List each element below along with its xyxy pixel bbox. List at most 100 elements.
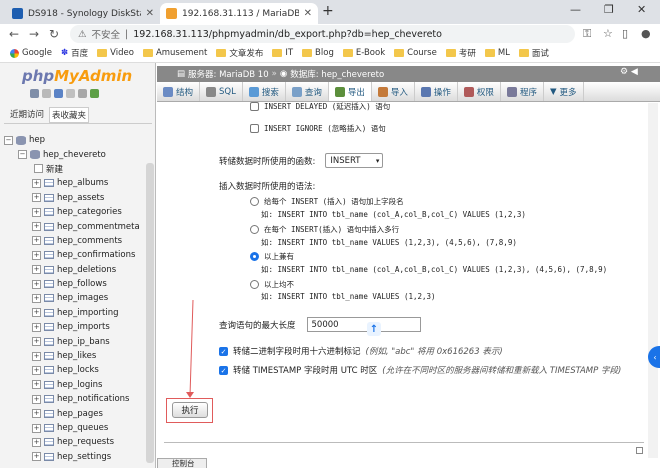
expand-icon[interactable]: + [32, 337, 41, 347]
hex-checkbox[interactable]: ✓ [219, 346, 228, 356]
bookmark-article[interactable]: 文章发布 [216, 47, 263, 59]
tree-new[interactable]: 新建 [4, 162, 144, 176]
tree-table[interactable]: + hep_locks [4, 363, 144, 377]
tree-table[interactable]: + hep_assets [4, 191, 144, 205]
maxlen-input[interactable]: 50000 [306, 317, 421, 332]
collapse-icon[interactable]: − [18, 150, 27, 160]
profile-icon[interactable]: ● [641, 27, 651, 40]
expand-icon[interactable]: + [32, 250, 41, 260]
reload-icon[interactable]: ↻ [44, 27, 64, 41]
tree-table[interactable]: + hep_notifications [4, 392, 144, 406]
bookmark-ebook[interactable]: E-Book [342, 48, 385, 58]
console-button[interactable]: 控制台 [157, 458, 207, 468]
expand-icon[interactable]: + [32, 380, 41, 390]
tree-root[interactable]: − hep [4, 133, 144, 147]
collapse-icon[interactable]: − [4, 135, 13, 145]
tree-table[interactable]: + hep_albums [4, 176, 144, 190]
bookmark-baidu[interactable]: ✽ 百度 [61, 47, 88, 59]
syntax-radio-1[interactable] [250, 197, 259, 206]
settings-icon[interactable] [78, 89, 87, 98]
insert-ignore-checkbox[interactable] [250, 124, 259, 133]
option-utc[interactable]: ✓ 转储 TIMESTAMP 字段时用 UTC 时区 (允许在不同时区的服务器间… [219, 364, 621, 376]
bookmark-interview[interactable]: 面试 [518, 47, 549, 59]
func-select[interactable]: INSERT ▾ [325, 153, 384, 168]
tab-favorites[interactable]: 表收藏夹 [49, 107, 90, 123]
expand-icon[interactable]: + [32, 351, 41, 361]
main-scrollbar[interactable] [648, 103, 658, 458]
tree-table[interactable]: + hep_ip_bans [4, 334, 144, 348]
phpmyadmin-logo[interactable]: phpMyAdmin [22, 67, 132, 85]
tree-table[interactable]: + hep_logins [4, 378, 144, 392]
resize-handle[interactable] [636, 447, 643, 454]
tree-db[interactable]: − hep_chevereto [4, 147, 144, 161]
gear-icon[interactable]: ⚙ ◀ [620, 67, 638, 77]
tree-table[interactable]: + hep_queues [4, 421, 144, 435]
bookmark-course[interactable]: Course [394, 48, 437, 58]
syntax-radio-4[interactable] [250, 280, 259, 289]
tree-table[interactable]: + hep_confirmations [4, 248, 144, 262]
logout-icon[interactable] [42, 89, 51, 98]
tab-more[interactable]: ▼ 更多 [544, 82, 584, 101]
expand-icon[interactable]: + [32, 178, 41, 188]
home-icon[interactable] [30, 89, 39, 98]
syntax-option-2[interactable]: 在每个 INSERT(插入) 语句中插入多行 [250, 224, 399, 235]
syntax-option-1[interactable]: 给每个 INSERT (插入) 语句加上字段名 [250, 196, 404, 207]
tree-table[interactable]: + hep_follows [4, 277, 144, 291]
tree-table[interactable]: + hep_pages [4, 406, 144, 420]
option-insert-ignore[interactable]: INSERT IGNORE (忽略插入) 语句 [250, 123, 386, 134]
bookmark-video[interactable]: Video [97, 48, 134, 58]
new-tab-button[interactable]: + [322, 3, 334, 19]
key-icon[interactable]: ⚿ [583, 27, 591, 41]
tab-export[interactable]: 导出 [328, 82, 372, 101]
tab-query[interactable]: 查询 [286, 82, 329, 101]
bookmark-star-icon[interactable]: ☆ [603, 27, 613, 40]
tree-table[interactable]: + hep_commentmeta [4, 219, 144, 233]
option-hex[interactable]: ✓ 转储二进制字段时用十六进制标记 (例如, "abc" 将用 0x616263… [219, 345, 503, 357]
tab-routines[interactable]: 程序 [501, 82, 544, 101]
expand-icon[interactable]: + [32, 365, 41, 375]
syntax-option-4[interactable]: 以上均不 [250, 279, 294, 290]
tab-operations[interactable]: 操作 [415, 82, 458, 101]
side-panel-icon[interactable]: ▯ [622, 27, 628, 40]
expand-icon[interactable]: + [32, 423, 41, 433]
expand-icon[interactable]: + [32, 279, 41, 289]
bookmark-google[interactable]: Google [10, 48, 52, 58]
bookmark-ml[interactable]: ML [484, 48, 510, 58]
tree-table[interactable]: + hep_images [4, 291, 144, 305]
expand-icon[interactable]: + [32, 409, 41, 419]
syntax-radio-2[interactable] [250, 225, 259, 234]
tab-close-icon[interactable]: ✕ [304, 8, 312, 19]
utc-checkbox[interactable]: ✓ [219, 365, 228, 375]
tree-table[interactable]: + hep_importing [4, 306, 144, 320]
translate-float-icon[interactable]: ↑ [367, 322, 381, 336]
bookmark-amusement[interactable]: Amusement [142, 48, 207, 58]
browser-tab-phpmyadmin[interactable]: 192.168.31.113 / MariaDB 10 | phpMyAdmin… [160, 3, 318, 24]
bookmark-it[interactable]: IT [272, 48, 293, 58]
tree-table[interactable]: + hep_requests [4, 435, 144, 449]
insert-delayed-checkbox[interactable] [250, 102, 259, 111]
tab-close-icon[interactable]: ✕ [146, 8, 154, 19]
option-insert-delayed[interactable]: INSERT DELAYED (延迟插入) 语句 [250, 101, 390, 112]
help-icon[interactable] [54, 89, 63, 98]
close-window-button[interactable]: ✕ [637, 3, 646, 16]
bookmark-blog[interactable]: Blog [302, 48, 334, 58]
expand-icon[interactable]: + [32, 394, 41, 404]
forward-icon[interactable]: → [24, 27, 44, 41]
bookmark-kaoyan[interactable]: 考研 [445, 47, 476, 59]
expand-icon[interactable]: + [32, 207, 41, 217]
breadcrumb-db[interactable]: 数据库: hep_chevereto [290, 68, 384, 80]
maximize-button[interactable]: ❐ [604, 3, 614, 16]
expand-icon[interactable]: + [32, 265, 41, 275]
tree-table[interactable]: + hep_comments [4, 234, 144, 248]
expand-icon[interactable]: + [32, 322, 41, 332]
tree-table[interactable]: + hep_settings [4, 450, 144, 464]
reload-nav-icon[interactable] [90, 89, 99, 98]
expand-icon[interactable]: + [32, 193, 41, 203]
tab-import[interactable]: 导入 [372, 82, 415, 101]
back-icon[interactable]: ← [4, 27, 24, 41]
breadcrumb-server[interactable]: 服务器: MariaDB 10 [188, 68, 269, 80]
tree-table[interactable]: + hep_imports [4, 320, 144, 334]
syntax-option-3[interactable]: 以上兼有 [250, 251, 294, 262]
minimize-button[interactable]: — [570, 3, 581, 16]
tab-search[interactable]: 搜索 [243, 82, 286, 101]
